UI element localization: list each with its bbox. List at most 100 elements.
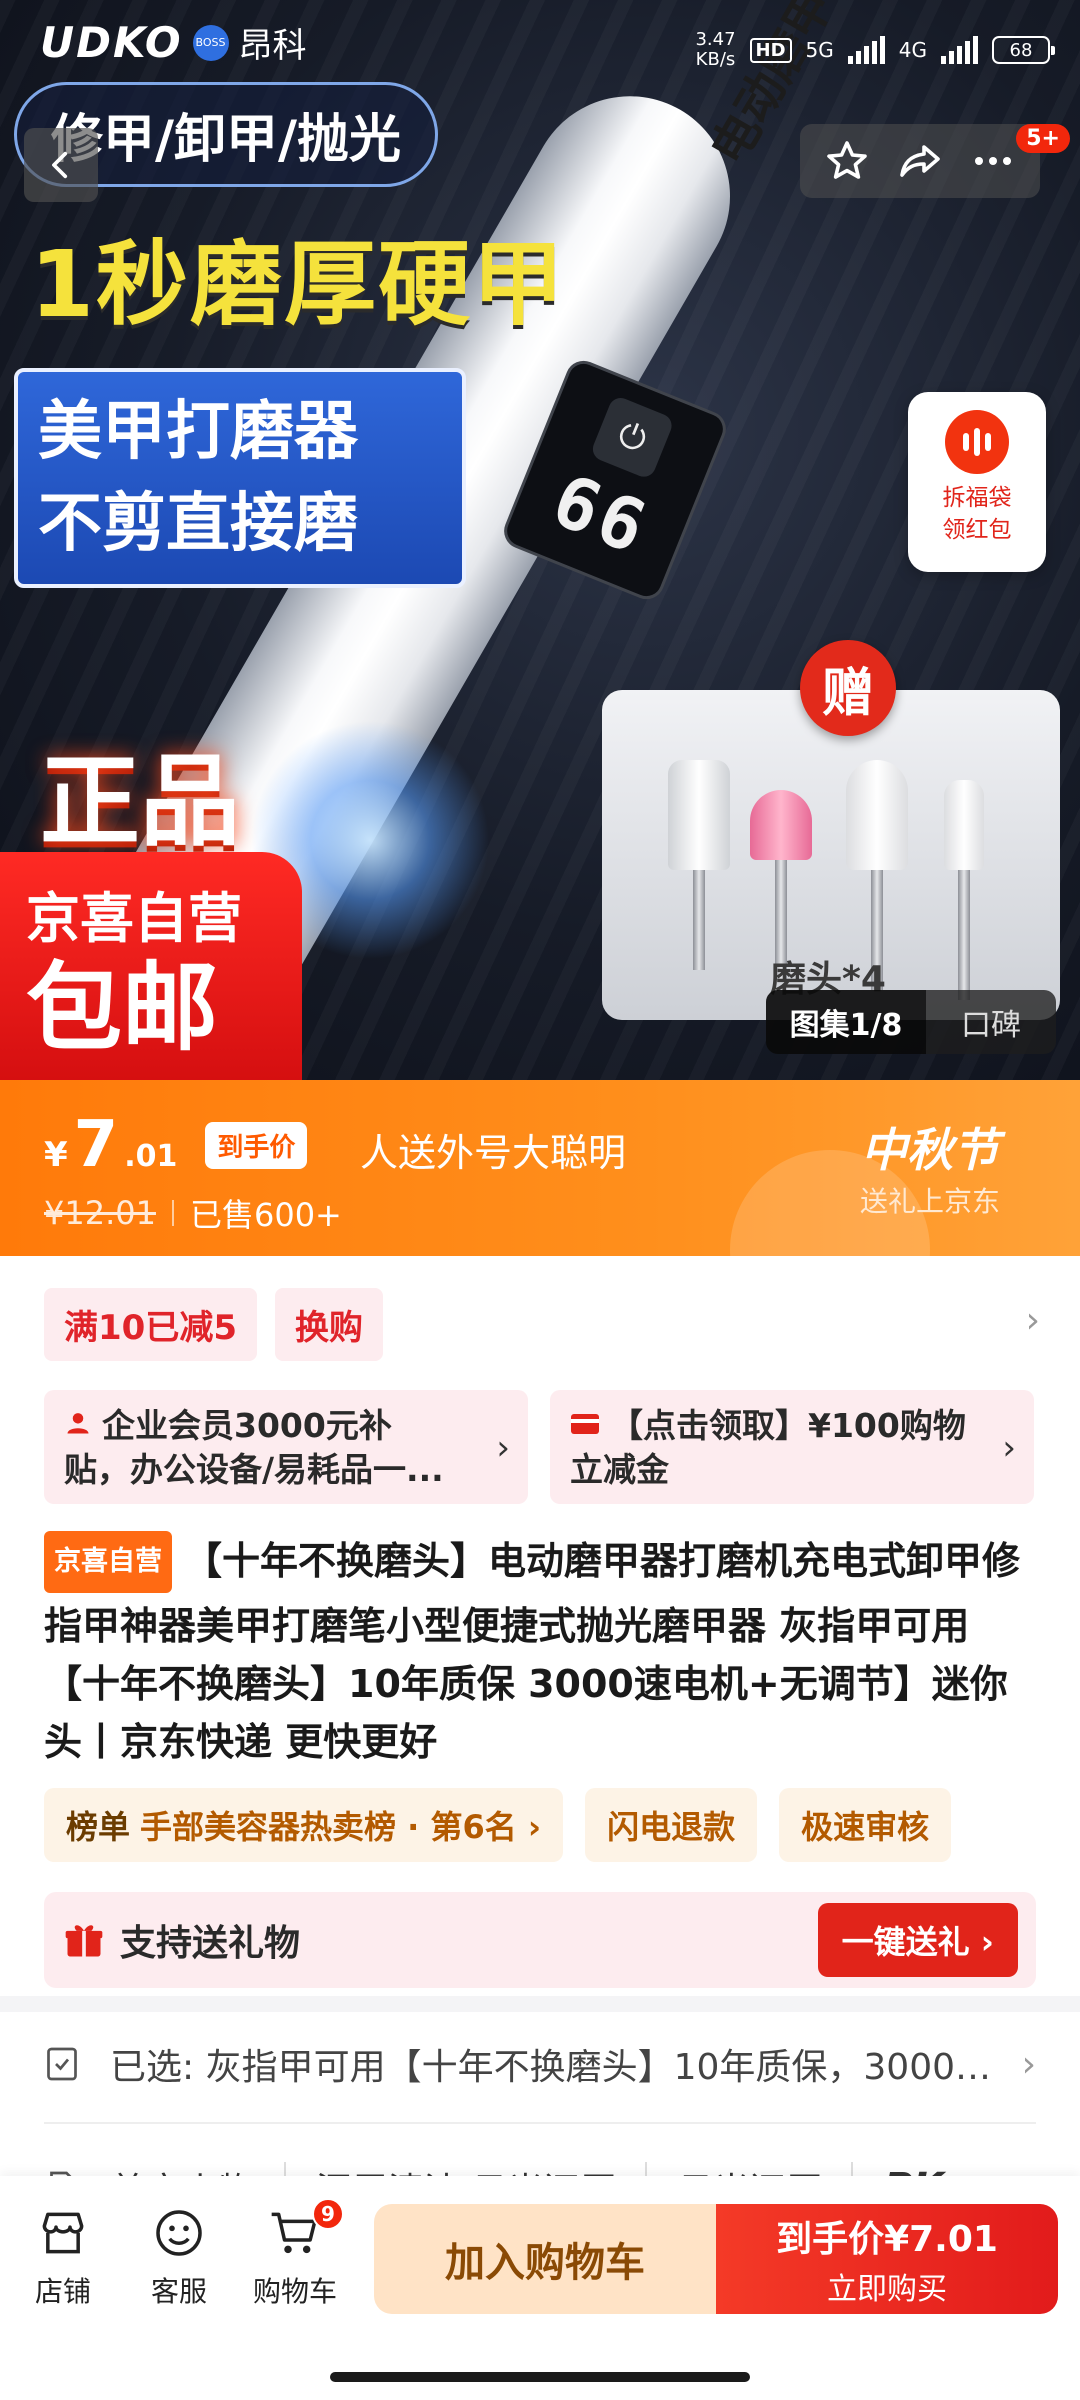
gallery-counter[interactable]: 图集1/8 <box>766 990 926 1054</box>
sold-count: 已售600+ <box>189 1196 342 1234</box>
festival-subtitle: 送礼上京东 <box>859 1185 1000 1218</box>
festival-banner[interactable]: 中秋节 送礼上京东 <box>860 1114 1000 1220</box>
benefit-line2: 贴，办公设备/易耗品一... <box>64 1450 444 1489</box>
drill-bit-needle <box>944 780 984 1000</box>
person-icon <box>64 1404 92 1448</box>
chevron-right-icon: › <box>1002 1428 1016 1468</box>
hero-blue-box: 美甲打磨器 不剪直接磨 <box>14 368 466 588</box>
network-speed: 3.47 KB/s <box>695 30 735 70</box>
coupon-discount[interactable]: 满10已减5 <box>44 1288 257 1361</box>
top-action-group <box>800 124 1040 198</box>
coupon-row[interactable]: 满10已减5 换购 <box>44 1288 383 1361</box>
product-image-carousel[interactable]: 电动磨甲器 ⏻ 66 修甲/卸甲/抛光 1秒磨厚硬甲 美甲打磨器 不剪直接磨 正… <box>0 0 1080 1080</box>
benefit-line1: 企业会员3000元补 <box>102 1406 392 1445</box>
net-speed-unit: KB/s <box>695 49 736 70</box>
original-price: ¥12.01 <box>44 1194 156 1232</box>
rank-row: 榜单 手部美容器热卖榜 · 第6名 › 闪电退款 极速审核 <box>44 1788 952 1862</box>
reviews-tab[interactable]: 口碑 <box>926 1000 1056 1044</box>
hd-icon: HD <box>749 37 792 63</box>
lucky-bag-line1: 拆福袋 <box>942 485 1012 511</box>
store-tag: 京喜自营 <box>44 1531 172 1593</box>
gift-icon <box>65 1925 103 1957</box>
signal-icon-2 <box>941 36 978 64</box>
chevron-right-icon: › <box>1021 2043 1036 2085</box>
cart-count-badge: 9 <box>312 2198 344 2230</box>
divider <box>171 1200 174 1226</box>
benefit-row: 企业会员3000元补 贴，办公设备/易耗品一... › 【点击领取】¥100购物… <box>44 1390 1034 1504</box>
festival-title: 中秋节 <box>860 1123 999 1177</box>
chevron-right-icon: › <box>496 1428 510 1468</box>
network-5g-label: 5G <box>805 38 834 62</box>
customer-service-label: 客服 <box>150 2275 207 2308</box>
cart-tab-label: 购物车 <box>252 2275 337 2308</box>
gallery-switch[interactable]: 图集1/8 口碑 <box>766 990 1056 1054</box>
gift-support-label: 支持送礼物 <box>120 1923 301 1964</box>
lucky-bag-icon <box>945 410 1009 474</box>
brand-logo-text: UDKO <box>40 18 183 67</box>
enterprise-member-benefit[interactable]: 企业会员3000元补 贴，办公设备/易耗品一... › <box>44 1390 528 1504</box>
selection-section: 已选: 灰指甲可用【十年不换磨头】10年质保，3000速电机+无调节】迷你头 ›… <box>0 2012 1080 2214</box>
rank-value: 手部美容器热卖榜 · 第6名 › <box>140 1808 542 1846</box>
share-icon[interactable] <box>896 137 944 185</box>
benefit-line1: 【点击领取】¥100购物 <box>610 1406 966 1445</box>
gift-seal: 赠 <box>800 640 896 736</box>
status-bar: UDKO BOSS 昂科 3.47 KB/s HD 5G 4G 68 <box>0 0 1080 100</box>
customer-service-icon <box>156 2210 202 2256</box>
original-price-row: ¥12.01 已售600+ <box>44 1190 342 1236</box>
genuine-label: 正品 <box>40 743 240 860</box>
add-to-cart-button[interactable]: 加入购物车 <box>374 2204 716 2314</box>
shopping-coupon-benefit[interactable]: 【点击领取】¥100购物 立减金 › <box>550 1390 1034 1504</box>
fast-review-tag: 极速审核 <box>779 1788 952 1862</box>
selected-spec-row[interactable]: 已选: 灰指甲可用【十年不换磨头】10年质保，3000速电机+无调节】迷你头 › <box>44 2038 1036 2090</box>
final-price-tag: 到手价 <box>205 1122 308 1169</box>
store-tab-label: 店铺 <box>34 2275 91 2308</box>
buy-now-label: 立即购买 <box>827 2272 947 2307</box>
store-icon <box>42 2212 84 2254</box>
more-options-icon[interactable] <box>969 137 1017 185</box>
network-4g-label: 4G <box>898 38 927 62</box>
product-title: 京喜自营 【十年不换磨头】电动磨甲器打磨机充电式卸甲修指甲神器美甲打磨笔小型便捷式… <box>44 1531 1044 1771</box>
back-button[interactable] <box>24 128 98 202</box>
rank-badge[interactable]: 榜单 手部美容器热卖榜 · 第6名 › <box>44 1788 564 1862</box>
blue-box-line1: 美甲打磨器 <box>38 395 358 469</box>
product-title-text: 【十年不换磨头】电动磨甲器打磨机充电式卸甲修指甲神器美甲打磨笔小型便捷式抛光磨甲… <box>44 1539 1021 1764</box>
jingxi-self-operated-tag: 京喜自营 包邮 <box>0 852 302 1080</box>
lucky-bag-label: 拆福袋 领红包 <box>943 482 1012 546</box>
bottom-action-bar: 店铺 客服 9 购物车 加入购物车 到手价¥7.01 立即购买 <box>0 2176 1080 2400</box>
home-indicator[interactable] <box>330 2372 750 2382</box>
store-tab[interactable]: 店铺 <box>8 2202 118 2310</box>
message-count-badge: 5+ <box>1016 124 1070 153</box>
price-symbol: ¥ <box>44 1135 68 1175</box>
brand-badge: BOSS <box>192 24 229 61</box>
jx-tag-line2: 包邮 <box>26 952 218 1064</box>
rank-key: 榜单 <box>66 1808 131 1846</box>
card-icon <box>570 1404 600 1448</box>
price-decimal: .01 <box>124 1139 178 1174</box>
brand-logo-cn: 昂科 <box>238 26 307 66</box>
product-info-card: 满10已减5 换购 › 企业会员3000元补 贴，办公设备/易耗品一... › … <box>0 1256 1080 1996</box>
lucky-bag-button[interactable]: 拆福袋 领红包 <box>908 392 1046 572</box>
gift-support-row: 支持送礼物 一键送礼 › <box>44 1892 1036 1988</box>
coupon-exchange[interactable]: 换购 <box>274 1288 383 1361</box>
lucky-bag-line2: 领红包 <box>942 517 1012 543</box>
battery-icon: 68 <box>992 36 1055 64</box>
divider <box>44 2122 1036 2124</box>
status-indicators: 3.47 KB/s HD 5G 4G 68 <box>695 30 1055 70</box>
hero-headline: 1秒磨厚硬甲 <box>30 231 567 338</box>
promo-text: 人送外号大聪明 <box>360 1131 627 1175</box>
benefit-line2: 立减金 <box>570 1450 669 1489</box>
blue-box-line2: 不剪直接磨 <box>38 487 358 561</box>
power-icon: ⏻ <box>589 394 676 481</box>
buy-now-button[interactable]: 到手价¥7.01 立即购买 <box>716 2204 1058 2314</box>
customer-service-tab[interactable]: 客服 <box>124 2202 234 2310</box>
chevron-right-icon[interactable]: › <box>1026 1300 1040 1341</box>
signal-icon <box>847 36 885 64</box>
jx-tag-line1: 京喜自营 <box>26 887 242 950</box>
price-integer: 7 <box>73 1108 119 1182</box>
favorite-star-icon[interactable] <box>823 137 871 185</box>
drill-bit-cylinder <box>668 760 730 970</box>
brand-logo: UDKO BOSS 昂科 <box>40 18 307 67</box>
send-gift-button[interactable]: 一键送礼 › <box>817 1903 1018 1977</box>
price-banner: ¥ 7 .01 到手价 ¥12.01 已售600+ 人送外号大聪明 中秋节 送礼… <box>0 1080 1080 1256</box>
cart-tab[interactable]: 9 购物车 <box>240 2198 350 2310</box>
